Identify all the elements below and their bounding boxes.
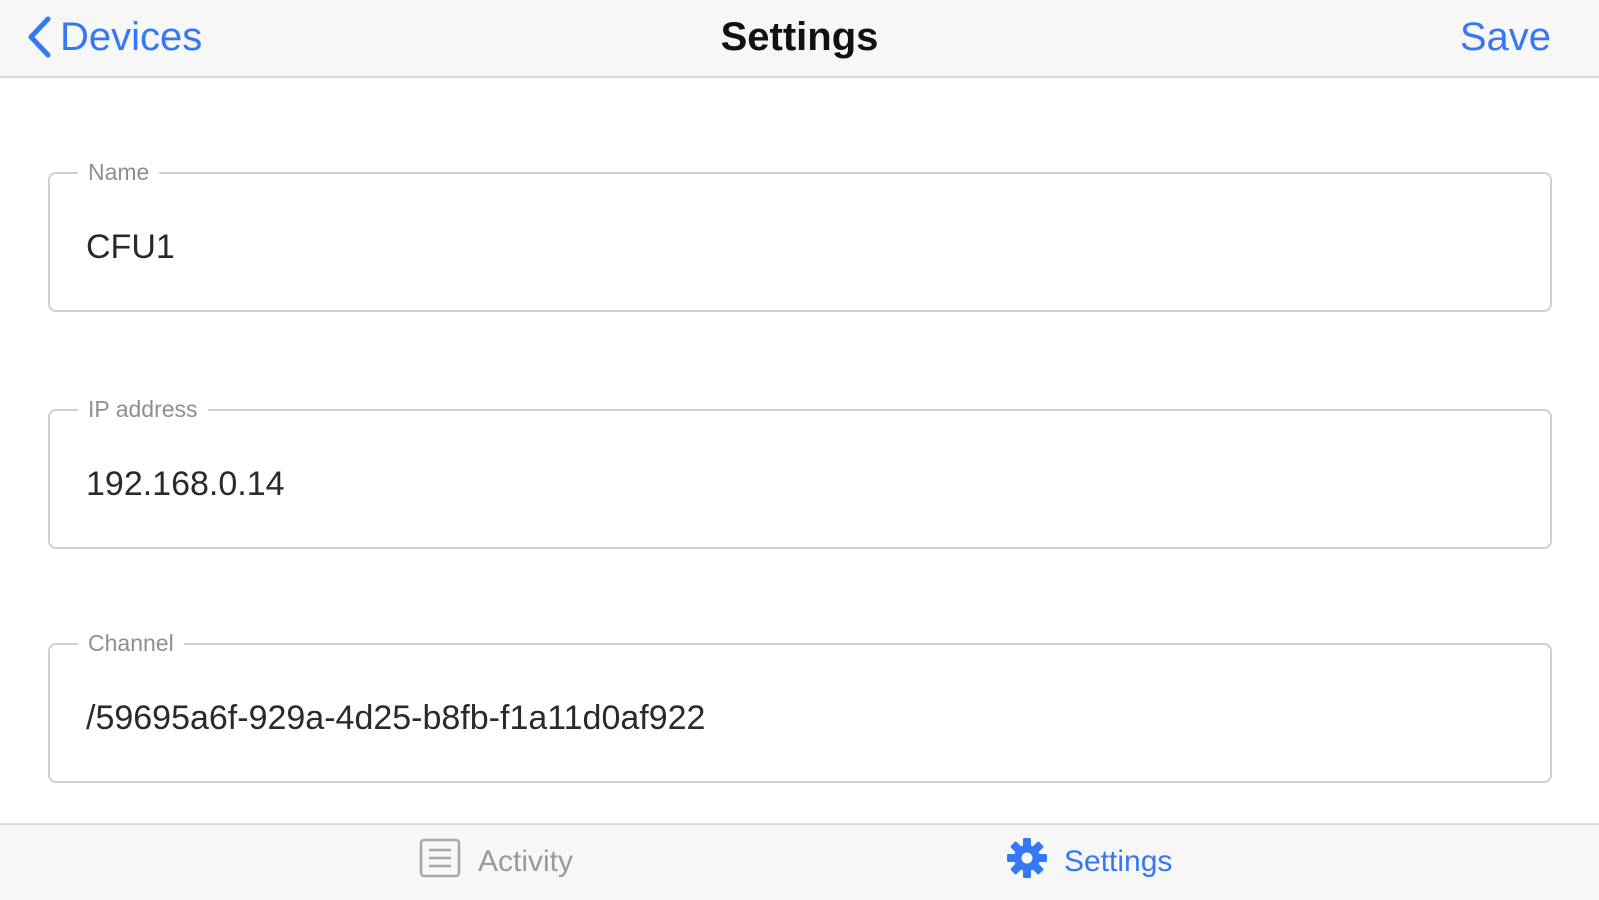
name-field-label: Name <box>78 158 160 186</box>
tab-settings-label: Settings <box>1064 845 1173 878</box>
tab-activity[interactable]: Activity <box>418 837 574 887</box>
gear-icon <box>1006 837 1048 887</box>
tab-activity-label: Activity <box>478 845 574 878</box>
name-field[interactable]: Name <box>48 158 1552 312</box>
channel-field[interactable]: Channel <box>48 629 1552 783</box>
ip-address-input[interactable] <box>86 465 1506 504</box>
save-button[interactable]: Save <box>1460 14 1551 60</box>
navigation-bar: Devices Settings Save <box>0 0 1599 78</box>
ip-address-field[interactable]: IP address <box>48 395 1552 549</box>
ip-address-field-label: IP address <box>78 395 208 423</box>
channel-input[interactable] <box>86 699 1506 738</box>
settings-screen: Devices Settings Save Name IP address Ch… <box>0 0 1599 900</box>
tab-bar: Activity Settings <box>0 823 1599 900</box>
name-input[interactable] <box>86 228 1506 267</box>
page-title: Settings <box>720 15 879 59</box>
tab-settings[interactable]: Settings <box>1006 837 1173 887</box>
channel-field-label: Channel <box>78 629 184 657</box>
list-icon <box>418 837 462 887</box>
